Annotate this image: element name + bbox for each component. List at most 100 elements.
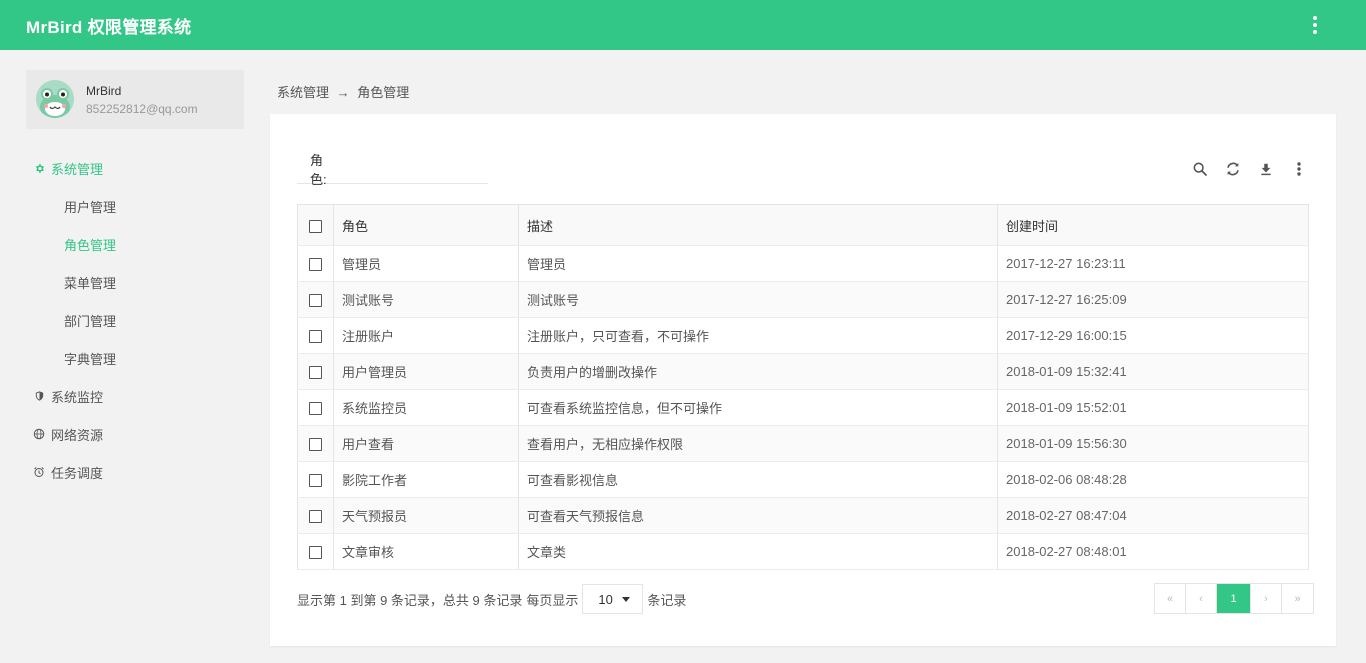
globe-icon [32,427,46,441]
per-page-prefix: 每页显示 [526,592,579,608]
prev-page-button[interactable]: ‹ [1186,584,1217,613]
cell-role: 影院工作者 [333,461,519,498]
caret-down-icon [622,596,631,602]
row-checkbox[interactable] [309,402,322,416]
page-button-current[interactable]: 1 [1217,584,1251,613]
cell-description: 查看用户，无相应操作权限 [518,425,998,462]
role-table: 角色 描述 创建时间 管理员 管理员 2017-12-27 16:23:11 测… [297,204,1309,570]
table-row[interactable]: 影院工作者 可查看影视信息 2018-02-06 08:48:28 [297,461,1309,498]
more-vertical-icon[interactable] [1282,159,1315,179]
cell-role: 用户查看 [333,425,519,462]
sidebar-item-label: 任务调度 [51,465,104,481]
refresh-icon[interactable] [1216,159,1249,179]
select-all-checkbox[interactable] [309,219,322,233]
sidebar-item-user-management[interactable]: 用户管理 [64,188,116,224]
row-checkbox[interactable] [309,258,322,272]
row-checkbox[interactable] [309,294,322,308]
page-size-value: 10 [598,591,613,607]
sidebar-item-label: 系统监控 [51,389,104,405]
cell-role: 注册账户 [333,317,519,354]
pagination-summary: 显示第 1 到第 9 条记录，总共 9 条记录 [297,592,523,608]
cell-created-time: 2018-01-09 15:52:01 [997,389,1309,426]
sidebar-item-label: 网络资源 [51,427,104,443]
table-header-row: 角色 描述 创建时间 [297,204,1309,246]
row-checkbox[interactable] [309,330,322,344]
row-select-cell [297,497,334,534]
cell-role: 天气预报员 [333,497,519,534]
pagination: « ‹ 1 › » [1154,583,1314,614]
row-checkbox[interactable] [309,366,322,380]
select-all-cell [297,204,334,246]
app-title: MrBird 权限管理系统 [26,18,192,37]
avatar [36,80,74,118]
first-page-button[interactable]: « [1155,584,1186,613]
cell-created-time: 2018-02-27 08:48:01 [997,533,1309,570]
sidebar-item-task-scheduling[interactable]: 任务调度 [26,454,244,490]
breadcrumb: 系统管理 → 角色管理 [277,82,409,101]
download-icon[interactable] [1249,159,1282,179]
table-row[interactable]: 天气预报员 可查看天气预报信息 2018-02-27 08:47:04 [297,497,1309,534]
row-checkbox[interactable] [309,546,322,560]
cell-description: 文章类 [518,533,998,570]
cell-role: 系统监控员 [333,389,519,426]
cell-created-time: 2017-12-29 16:00:15 [997,317,1309,354]
sidebar-item-role-management[interactable]: 角色管理 [64,226,116,262]
alarm-clock-icon [32,465,46,479]
cell-role: 用户管理员 [333,353,519,390]
sidebar-item-system-management[interactable]: 系统管理 [26,150,244,186]
cell-role: 管理员 [333,245,519,282]
row-select-cell [297,317,334,354]
cell-description: 可查看系统监控信息，但不可操作 [518,389,998,426]
table-row[interactable]: 文章审核 文章类 2018-02-27 08:48:01 [297,533,1309,570]
cell-created-time: 2018-01-09 15:32:41 [997,353,1309,390]
column-header-role[interactable]: 角色 [333,204,519,246]
table-row[interactable]: 注册账户 注册账户，只可查看，不可操作 2017-12-29 16:00:15 [297,317,1309,354]
breadcrumb-separator: → [336,85,350,100]
user-name: MrBird [86,84,122,98]
column-header-description[interactable]: 描述 [518,204,998,246]
cell-description: 负责用户的增删改操作 [518,353,998,390]
sidebar-item-menu-management[interactable]: 菜单管理 [64,264,116,300]
top-header: MrBird 权限管理系统 [0,0,1366,50]
next-page-button[interactable]: › [1251,584,1282,613]
column-header-created-time[interactable]: 创建时间 [997,204,1309,246]
table-row[interactable]: 测试账号 测试账号 2017-12-27 16:25:09 [297,281,1309,318]
table-row[interactable]: 系统监控员 可查看系统监控信息，但不可操作 2018-01-09 15:52:0… [297,389,1309,426]
sidebar-item-dictionary-management[interactable]: 字典管理 [64,340,116,376]
cell-description: 注册账户，只可查看，不可操作 [518,317,998,354]
sidebar-item-system-monitor[interactable]: 系统监控 [26,378,244,414]
cell-role: 文章审核 [333,533,519,570]
cell-description: 可查看天气预报信息 [518,497,998,534]
page-size-select[interactable]: 10 [582,584,644,614]
row-checkbox[interactable] [309,510,322,524]
cell-created-time: 2018-01-09 15:56:30 [997,425,1309,462]
row-checkbox[interactable] [309,438,322,452]
row-select-cell [297,533,334,570]
table-row[interactable]: 用户管理员 负责用户的增删改操作 2018-01-09 15:32:41 [297,353,1309,390]
role-search-input[interactable] [330,156,507,181]
breadcrumb-parent[interactable]: 系统管理 [277,85,329,100]
sidebar-item-network-resources[interactable]: 网络资源 [26,416,244,452]
cell-created-time: 2018-02-06 08:48:28 [997,461,1309,498]
table-row[interactable]: 用户查看 查看用户，无相应操作权限 2018-01-09 15:56:30 [297,425,1309,462]
row-checkbox[interactable] [309,474,322,488]
cell-created-time: 2018-02-27 08:47:04 [997,497,1309,534]
row-select-cell [297,461,334,498]
search-icon[interactable] [1183,159,1216,179]
row-select-cell [297,245,334,282]
role-search-label: 角色: [310,152,327,187]
per-page-suffix: 条记录 [647,592,687,608]
user-email: 852252812@qq.com [86,102,198,116]
shield-icon [32,389,46,403]
last-page-button[interactable]: » [1282,584,1313,613]
breadcrumb-current: 角色管理 [357,85,410,100]
cell-role: 测试账号 [333,281,519,318]
sidebar-item-label: 系统管理 [51,161,104,177]
table-row[interactable]: 管理员 管理员 2017-12-27 16:23:11 [297,245,1309,282]
gear-icon [32,161,46,175]
sidebar-item-department-management[interactable]: 部门管理 [64,302,116,338]
role-search-field[interactable]: 角色: [297,153,507,187]
user-profile-card: MrBird 852252812@qq.com [26,70,244,129]
cell-created-time: 2017-12-27 16:23:11 [997,245,1309,282]
more-vertical-icon[interactable] [1305,13,1325,37]
